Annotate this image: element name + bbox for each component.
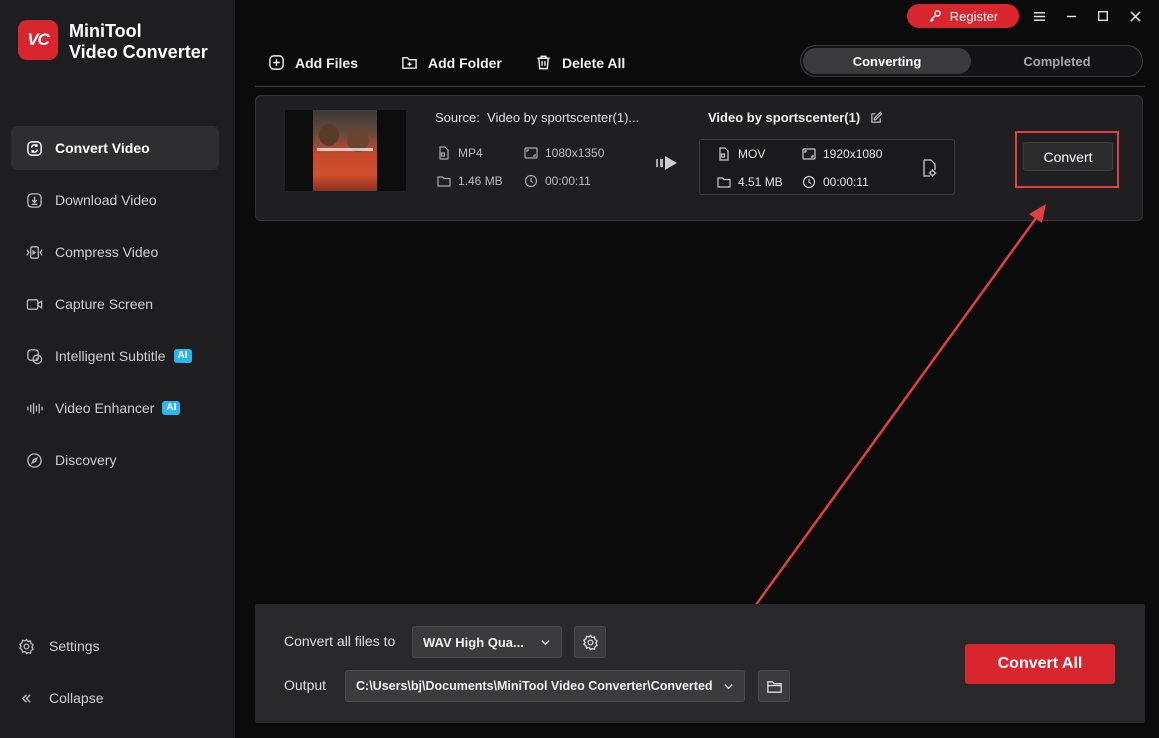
browse-folder-button[interactable] — [758, 670, 790, 702]
chevron-down-icon — [541, 639, 550, 645]
folder-icon — [766, 680, 782, 693]
chevron-down-icon — [724, 683, 733, 689]
format-value: WAV High Qua... — [423, 634, 524, 650]
convert-all-to-label: Convert all files to — [284, 633, 396, 649]
output-label: Output — [284, 677, 327, 693]
bottom-panel: Convert all files to WAV High Qua... Out… — [255, 604, 1145, 723]
output-path-dropdown[interactable]: C:\Users\bj\Documents\MiniTool Video Con… — [345, 670, 745, 702]
format-settings-button[interactable] — [574, 626, 606, 658]
output-path: C:\Users\bj\Documents\MiniTool Video Con… — [356, 679, 713, 693]
gear-icon — [582, 633, 598, 650]
format-dropdown[interactable]: WAV High Qua... — [412, 626, 562, 658]
convert-all-button[interactable]: Convert All — [965, 644, 1115, 684]
